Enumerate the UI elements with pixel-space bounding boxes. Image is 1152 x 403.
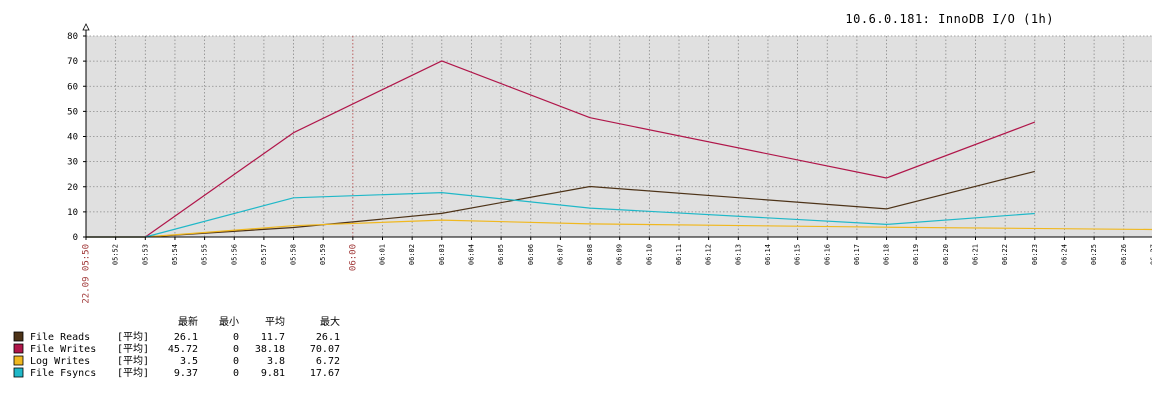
legend-avg: 9.81: [261, 368, 285, 379]
legend-max: 26.1: [316, 332, 340, 343]
legend-avg: 38.18: [255, 344, 285, 355]
x-tick-label: 06:26: [1120, 244, 1128, 265]
x-tick-label: 06:03: [438, 244, 446, 265]
legend-header-max: 最大: [320, 315, 340, 328]
legend-header-min: 最小: [219, 316, 239, 328]
x-tick-label: 06:19: [912, 244, 920, 265]
legend-swatch-file-reads: [13, 331, 24, 342]
x-tick-label: 06:00: [348, 244, 358, 271]
x-tick-label: 06:18: [883, 244, 891, 265]
legend-max: 70.07: [310, 344, 340, 355]
y-tick-label: 40: [67, 133, 78, 143]
legend-min: 0: [233, 332, 239, 343]
legend-name: File Fsyncs: [30, 368, 96, 379]
legend-header-avg: 平均: [265, 316, 285, 328]
x-tick-label: 06:16: [823, 244, 831, 265]
x-tick-label: 06:07: [556, 244, 564, 265]
x-tick-label: 06:06: [527, 244, 535, 265]
x-tick-label: 05:55: [201, 244, 209, 265]
legend-min: 0: [233, 344, 239, 355]
legend-swatch-log-writes: [13, 355, 24, 366]
x-tick-label: 05:58: [290, 244, 298, 265]
x-tick-label: 05:54: [171, 244, 179, 265]
x-tick-label: 06:09: [616, 244, 624, 265]
legend-name: File Reads: [30, 332, 90, 343]
x-tick-label: 05:56: [230, 244, 238, 265]
legend-header-last: 最新: [178, 315, 198, 328]
legend-swatch-file-writes: [13, 343, 24, 354]
x-tick-label: 06:24: [1060, 244, 1068, 265]
x-tick-label: 06:08: [586, 244, 594, 265]
x-tick-label: 06:23: [1031, 244, 1039, 265]
legend-last: 45.72: [168, 344, 198, 355]
x-tick-label: 05:53: [141, 244, 149, 265]
legend-last: 9.37: [174, 368, 198, 379]
x-tick-label: 06:04: [467, 244, 475, 265]
legend-min: 0: [233, 368, 239, 379]
x-tick-label: 06:15: [794, 244, 802, 265]
x-tick-label: 06:25: [1090, 244, 1098, 265]
legend-avg: 11.7: [261, 332, 285, 343]
y-tick-label: 70: [67, 57, 78, 67]
legend-min: 0: [233, 356, 239, 367]
x-tick-label: 06:11: [675, 244, 683, 265]
chart-title: 10.6.0.181: InnoDB I/O (1h): [845, 12, 1054, 26]
x-tick-label: 06:01: [379, 244, 387, 265]
legend-avg: 3.8: [267, 356, 285, 367]
x-tick-label: 06:05: [497, 244, 505, 265]
x-tick-label: 05:52: [112, 244, 120, 265]
legend-name: Log Writes: [30, 356, 90, 367]
x-tick-label: 06:10: [645, 244, 653, 265]
x-tick-label: 06:17: [853, 244, 861, 265]
x-tick-label: 05:59: [319, 244, 327, 265]
y-tick-label: 50: [67, 107, 78, 117]
y-tick-label: 30: [67, 158, 78, 168]
legend-agg: [平均]: [117, 355, 149, 367]
x-tick-label: 06:21: [972, 244, 980, 265]
y-ticks: 0 10 20 30 40 50 60 70 80: [67, 32, 78, 243]
x-tick-label: 06:14: [764, 244, 772, 265]
x-tick-label: 06:12: [705, 244, 713, 265]
legend-max: 17.67: [310, 368, 340, 379]
x-tick-label: 06:02: [408, 244, 416, 265]
x-tick-label: 06:22: [1001, 244, 1009, 265]
legend-last: 26.1: [174, 332, 198, 343]
y-tick-label: 0: [73, 233, 78, 243]
y-tick-label: 80: [67, 32, 78, 42]
y-tick-label: 20: [67, 183, 78, 193]
legend-max: 6.72: [316, 356, 340, 367]
x-tick-label: 06:20: [942, 244, 950, 265]
y-tick-label: 60: [67, 82, 78, 92]
legend-name: File Writes: [30, 344, 96, 355]
x-tick-label: 22.09 05:50: [82, 244, 92, 304]
legend-agg: [平均]: [117, 367, 149, 379]
x-tick-label: 05:57: [260, 244, 268, 265]
chart: 10.6.0.181: InnoDB I/O (1h) 0 10 20 30 40 50 6…: [0, 0, 1152, 403]
legend-agg: [平均]: [117, 343, 149, 355]
legend-swatch-file-fsyncs: [13, 367, 24, 378]
y-tick-label: 10: [67, 208, 78, 218]
legend-last: 3.5: [180, 356, 198, 367]
x-tick-label: 06:13: [734, 244, 742, 265]
legend-agg: [平均]: [117, 331, 149, 343]
